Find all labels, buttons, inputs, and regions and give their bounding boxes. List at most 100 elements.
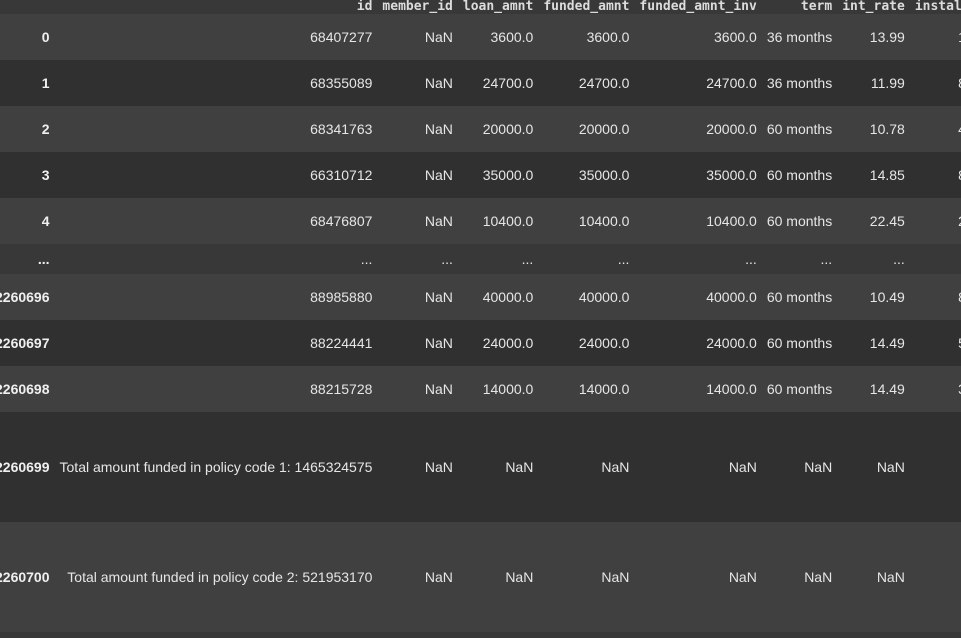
cell-int-rate: 11.99 — [870, 75, 905, 91]
cell-term: 60 months — [766, 213, 833, 229]
cell-installment: 329.33 — [910, 366, 961, 412]
cell-loan-amnt: 20000.0 — [482, 121, 534, 137]
cell-term: 60 months — [766, 167, 833, 183]
cell-int-rate: 14.85 — [869, 167, 905, 183]
table-row: 0 68407277 NaN 3600.0 3600.0 3600.0 36 months 1… — [0, 14, 961, 60]
cell-funded-amnt: ... — [617, 251, 630, 267]
cell-funded-amnt: 24700.0 — [578, 75, 630, 91]
cell-funded-amnt: 3600.0 — [586, 29, 630, 45]
cell-loan-amnt: 35000.0 — [482, 167, 534, 183]
cell-id: 88985880 — [310, 289, 373, 305]
cell-id: 68355089 — [310, 75, 373, 91]
table-row: 2260696 88985880 NaN 40000.0 40000.0 40000.0 6… — [0, 274, 961, 320]
cell-term: 36 months — [766, 29, 833, 45]
cell-term: NaN — [804, 569, 833, 585]
cell-installment: 432.66 — [910, 106, 961, 152]
cell-loan-amnt: NaN — [505, 459, 534, 475]
cell-loan-amnt: ... — [521, 251, 534, 267]
cell-member-id: NaN — [424, 569, 453, 585]
cell-installment: NaN — [910, 522, 961, 632]
column-header-funded-amnt-inv: funded_amnt_inv — [639, 0, 757, 14]
cell-funded-amnt: NaN — [601, 569, 630, 585]
row-index: ... — [37, 251, 50, 267]
cell-term: 60 months — [766, 289, 833, 305]
cell-loan-amnt: 14000.0 — [482, 381, 534, 397]
cell-installment: 564.56 — [910, 320, 961, 366]
cell-int-rate: 13.99 — [869, 29, 905, 45]
cell-member-id: NaN — [424, 121, 453, 137]
column-header-term: term — [800, 0, 833, 14]
cell-id: 66310712 — [310, 167, 373, 183]
cell-funded-amnt-inv: 14000.0 — [706, 381, 757, 397]
cell-member-id: NaN — [424, 335, 453, 351]
row-index: 2 — [41, 121, 50, 137]
cell-funded-amnt: NaN — [601, 459, 630, 475]
cell-term: 60 months — [766, 121, 833, 137]
cell-loan-amnt: 10400.0 — [482, 213, 534, 229]
cell-installment: ... — [910, 244, 961, 274]
cell-member-id: ... — [441, 251, 453, 267]
cell-id: 88215728 — [310, 381, 373, 397]
column-header-funded-amnt: funded_amnt — [543, 0, 630, 14]
cell-int-rate: NaN — [876, 459, 905, 475]
table-row: 4 68476807 NaN 10400.0 10400.0 10400.0 60 mont… — [0, 198, 961, 244]
cell-funded-amnt-inv: 10400.0 — [706, 213, 757, 229]
table-row: .................................... — [0, 244, 961, 274]
cell-funded-amnt-inv: 35000.0 — [706, 167, 757, 183]
cell-funded-amnt: 24000.0 — [578, 335, 630, 351]
cell-member-id: NaN — [424, 167, 453, 183]
cell-int-rate: 10.49 — [869, 289, 905, 305]
cell-member-id: NaN — [424, 75, 453, 91]
cell-loan-amnt: 24700.0 — [482, 75, 534, 91]
cell-funded-amnt: 40000.0 — [578, 289, 630, 305]
row-index: 0 — [41, 29, 50, 45]
dataframe-table: id member_id loan_amnt funded_amnt funde… — [0, 0, 961, 632]
table-row: 2260699 Total amount funded in policy cod… — [0, 412, 961, 522]
cell-term: 36 months — [766, 75, 833, 91]
table-row: 2260698 88215728 NaN 14000.0 14000.0 14000.0 6… — [0, 366, 961, 412]
cell-funded-amnt: 20000.0 — [578, 121, 630, 137]
cell-term: ... — [820, 251, 833, 267]
cell-id: Total amount funded in policy code 2: 52… — [67, 568, 373, 585]
cell-loan-amnt: NaN — [505, 569, 534, 585]
cell-int-rate: 14.49 — [869, 335, 905, 351]
cell-member-id: NaN — [424, 29, 453, 45]
cell-loan-amnt: 40000.0 — [482, 289, 534, 305]
row-index: 2260696 — [0, 289, 50, 305]
cell-member-id: NaN — [424, 213, 453, 229]
cell-member-id: NaN — [424, 289, 453, 305]
column-header-loan-amnt: loan_amnt — [462, 0, 534, 14]
header-row: id member_id loan_amnt funded_amnt funde… — [0, 0, 961, 14]
cell-funded-amnt-inv: 3600.0 — [714, 29, 757, 45]
table-row: 1 68355089 NaN 24700.0 24700.0 24700.0 36 mont… — [0, 60, 961, 106]
row-index: 1 — [41, 75, 50, 91]
cell-funded-amnt-inv: 20000.0 — [706, 121, 757, 137]
cell-int-rate: 10.78 — [869, 121, 905, 137]
cell-member-id: NaN — [424, 381, 453, 397]
table-row: 3 66310712 NaN 35000.0 35000.0 35000.0 60 mont… — [0, 152, 961, 198]
table-row: 2260697 88224441 NaN 24000.0 24000.0 24000.0 6… — [0, 320, 961, 366]
row-index: 2260698 — [0, 381, 50, 397]
cell-id: Total amount funded in policy code 1: 14… — [59, 458, 373, 475]
row-index: 2260700 — [0, 569, 50, 585]
cell-funded-amnt-inv: 24000.0 — [706, 335, 757, 351]
cell-loan-amnt: 24000.0 — [482, 335, 534, 351]
cell-int-rate: 22.45 — [869, 213, 905, 229]
cell-term: 60 months — [766, 335, 833, 351]
column-header-member-id: member_id — [382, 0, 453, 14]
cell-funded-amnt-inv: 40000.0 — [706, 289, 757, 305]
cell-id: 68341763 — [310, 121, 373, 137]
cell-int-rate: 14.49 — [869, 381, 905, 397]
cell-term: 60 months — [766, 381, 833, 397]
cell-installment: NaN — [910, 412, 961, 522]
column-header-id: id — [356, 0, 373, 14]
cell-funded-amnt-inv: ... — [745, 251, 757, 267]
cell-installment: 289.91 — [910, 198, 961, 244]
cell-member-id: NaN — [424, 459, 453, 475]
cell-id: 68407277 — [310, 29, 373, 45]
cell-int-rate: ... — [893, 251, 905, 267]
cell-term: NaN — [804, 459, 833, 475]
cell-int-rate: NaN — [876, 569, 905, 585]
cell-id: 68476807 — [310, 213, 373, 229]
table-row: 2260700 Total amount funded in policy cod… — [0, 522, 961, 632]
